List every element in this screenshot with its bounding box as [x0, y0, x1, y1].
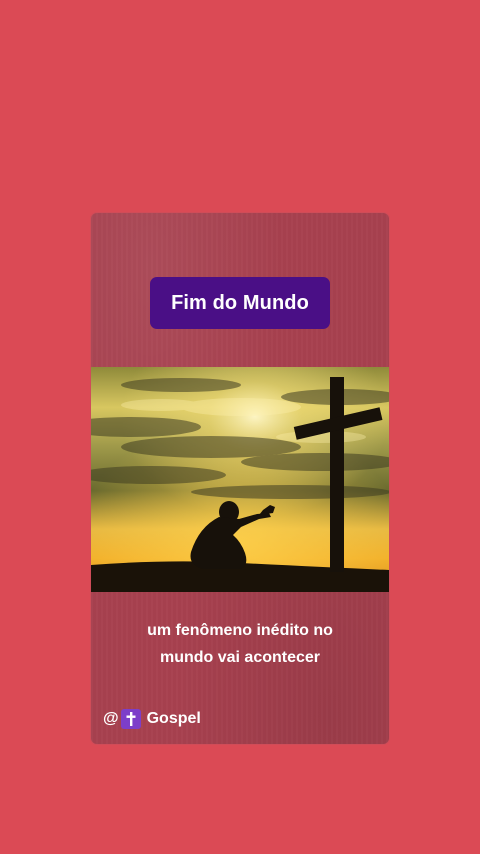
- caption: um fenômeno inédito no mundo vai acontec…: [91, 617, 389, 671]
- latin-cross-icon: [120, 709, 141, 729]
- account-handle[interactable]: @ Gospel: [103, 709, 201, 729]
- handle-name: Gospel: [146, 710, 201, 727]
- prayer-cross-sunset-image: [91, 367, 389, 592]
- caption-line-2: mundo vai acontecer: [159, 649, 321, 666]
- handle-at-sign: @: [103, 710, 119, 727]
- title-badge: Fim do Mundo: [150, 277, 330, 329]
- story-card: Fim do Mundo um fenômeno inédito no mund…: [91, 213, 389, 744]
- story-title: Fim do Mundo: [171, 291, 309, 314]
- caption-line-1: um fenômeno inédito no: [147, 622, 333, 639]
